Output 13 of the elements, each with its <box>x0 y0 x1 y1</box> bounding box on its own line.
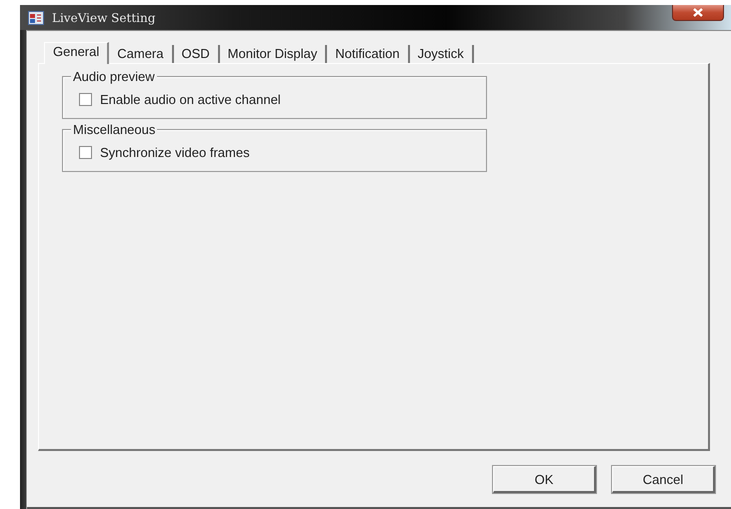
tab[interactable]: General <box>44 42 110 64</box>
checkbox[interactable] <box>79 93 92 106</box>
checkbox-label: Enable audio on active channel <box>100 92 281 107</box>
dialog-button[interactable]: OK <box>493 466 596 493</box>
close-icon <box>692 8 704 17</box>
dialog-button[interactable]: Cancel <box>612 466 715 493</box>
close-button[interactable] <box>672 5 724 21</box>
window-title: LiveView Setting <box>52 10 156 24</box>
app-icon <box>28 10 44 24</box>
group-title: Audio preview <box>71 69 157 84</box>
group-title: Miscellaneous <box>71 122 158 137</box>
checkbox-label: Synchronize video frames <box>100 145 250 160</box>
checkbox[interactable] <box>79 146 92 159</box>
